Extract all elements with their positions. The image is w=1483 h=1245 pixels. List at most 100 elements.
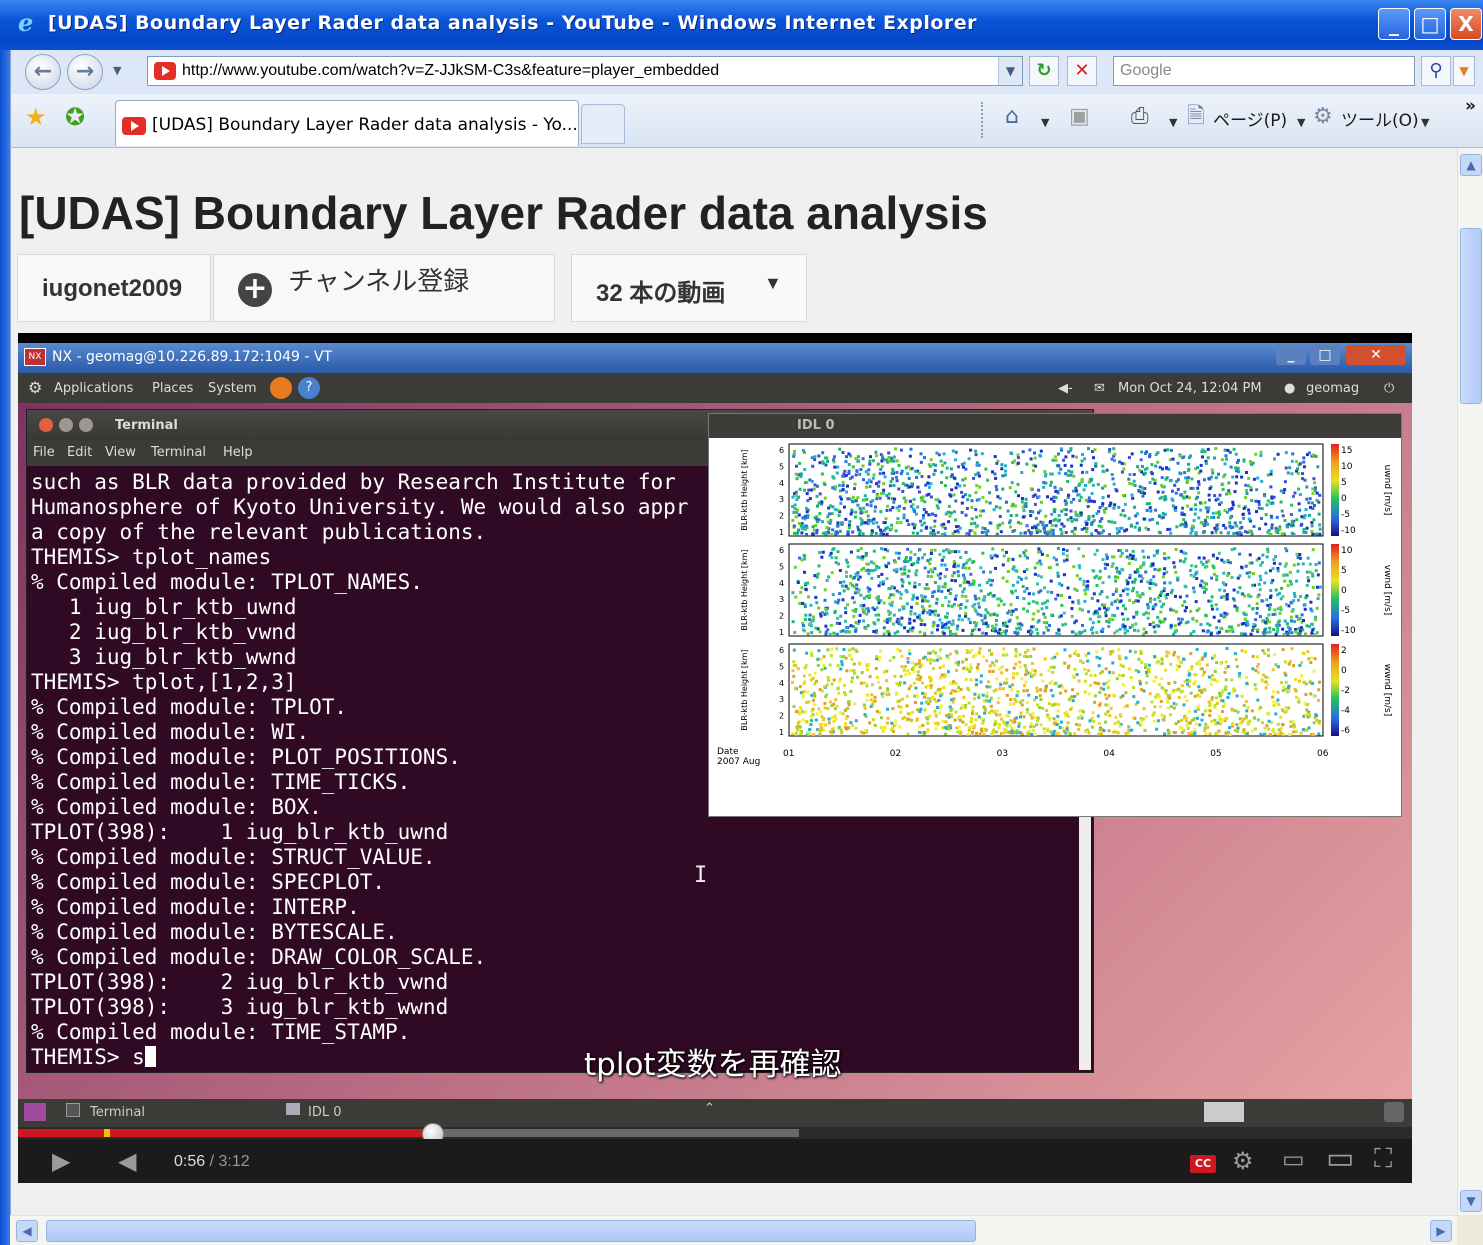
plot-pixel	[1118, 657, 1122, 661]
plot-pixel	[1002, 647, 1006, 651]
stop-icon[interactable]: ✕	[1067, 56, 1097, 86]
forward-icon[interactable]: →	[67, 54, 103, 90]
print-dropdown-icon[interactable]: ▼	[1169, 110, 1177, 136]
plot-pixel	[1092, 500, 1096, 504]
plot-pixel	[1284, 547, 1288, 551]
feeds-icon[interactable]: ▣	[1069, 104, 1090, 130]
plot-pixel	[1103, 510, 1107, 514]
plot-pixel	[1231, 503, 1235, 507]
address-bar[interactable]: http://www.youtube.com/watch?v=Z-JJkSM-C…	[147, 56, 1023, 86]
plot-pixel	[859, 547, 863, 550]
history-dropdown-icon[interactable]: ▼	[113, 64, 121, 77]
settings-gear-icon[interactable]: ⚙	[1232, 1147, 1254, 1175]
user-icon: ●	[1284, 381, 1296, 396]
plot-pixel	[1032, 592, 1036, 596]
page-dropdown-icon[interactable]: ▼	[1297, 110, 1305, 136]
plot-pixel	[1072, 565, 1076, 569]
plot-pixel	[1204, 461, 1208, 465]
plot-pixel	[980, 530, 984, 534]
fullscreen-icon[interactable]: ⛶	[1374, 1145, 1392, 1173]
plot-pixel	[794, 686, 798, 690]
plot-pixel	[1086, 505, 1090, 508]
plot-pixel	[1309, 505, 1312, 509]
plot-pixel	[1024, 497, 1028, 501]
address-dropdown-icon[interactable]: ▼	[998, 57, 1022, 85]
horizontal-scroll-thumb[interactable]	[46, 1220, 976, 1242]
home-icon[interactable]: ⌂	[1005, 104, 1019, 130]
plot-pixel	[1097, 620, 1101, 624]
captions-button[interactable]: CC	[1190, 1155, 1216, 1173]
small-player-icon[interactable]: ▭	[1282, 1145, 1305, 1173]
subscribe-button[interactable]: + チャンネル登録	[213, 254, 555, 322]
plot-pixel	[968, 621, 972, 625]
plot-pixel	[1160, 495, 1164, 499]
back-icon[interactable]: ←	[25, 54, 61, 90]
idl-task-icon	[286, 1103, 300, 1115]
plot-pixel	[1014, 490, 1018, 494]
tools-menu[interactable]: ツール(O)	[1341, 106, 1419, 131]
video-progress-bar[interactable]	[18, 1123, 1412, 1145]
vertical-scrollbar[interactable]: ▲ ▼	[1457, 148, 1483, 1215]
plot-pixel	[1272, 558, 1276, 561]
add-favorites-icon[interactable]: ✪	[65, 104, 85, 130]
plot-pixel	[802, 553, 806, 557]
search-icon[interactable]: ⚲	[1421, 56, 1451, 86]
favorites-star-icon[interactable]: ★	[25, 104, 47, 130]
plot-pixel	[1279, 715, 1283, 719]
idl-plot-area: 15 10 5 0 -5 -10 uwnd [m/s] 1 2 3 4 5 6 BLR-ktb Heigh…	[709, 438, 1401, 816]
page-menu[interactable]: ページ(P)	[1213, 106, 1287, 131]
new-tab-button[interactable]	[581, 104, 625, 144]
plot-pixel	[1151, 562, 1155, 566]
plot-pixel	[818, 722, 822, 726]
plot-pixel	[856, 503, 860, 507]
large-player-icon[interactable]: ▭	[1326, 1144, 1354, 1174]
search-input[interactable]: Google	[1120, 62, 1172, 80]
plot-pixel	[822, 461, 826, 465]
tools-dropdown-icon[interactable]: ▼	[1421, 110, 1429, 136]
plot-pixel	[1141, 562, 1145, 566]
search-options-icon[interactable]: ▼	[1453, 56, 1475, 86]
toolbar-overflow-icon[interactable]: »	[1465, 96, 1476, 116]
video-player[interactable]: NX NX - geomag@10.226.89.172:1049 - VT _…	[18, 333, 1412, 1183]
maximize-button[interactable]: □	[1414, 8, 1446, 40]
plot-pixel	[1174, 491, 1178, 495]
vertical-scroll-thumb[interactable]	[1460, 228, 1482, 404]
plot-pixel	[1120, 470, 1124, 474]
scroll-up-icon[interactable]: ▲	[1460, 154, 1482, 176]
print-icon[interactable]: ⎙	[1131, 104, 1149, 130]
plot-pixel	[1318, 523, 1322, 527]
plot-pixel	[865, 497, 869, 501]
plot-pixel	[1154, 508, 1158, 512]
videos-dropdown[interactable]: 32 本の動画 ▼	[571, 254, 807, 322]
plot-pixel	[943, 563, 947, 567]
minimize-button[interactable]: _	[1378, 8, 1410, 40]
plot-pixel	[842, 472, 846, 476]
plot-pixel	[1255, 488, 1259, 492]
volume-icon[interactable]: ◀	[118, 1147, 136, 1175]
plot-pixel	[1060, 522, 1064, 526]
scroll-left-icon[interactable]: ◀	[16, 1220, 38, 1242]
scroll-down-icon[interactable]: ▼	[1460, 1190, 1482, 1212]
refresh-icon[interactable]: ↻	[1029, 56, 1059, 86]
plot-pixel	[1083, 457, 1087, 461]
plot-pixel	[960, 490, 964, 494]
idl-titlebar: IDL 0	[709, 414, 1401, 438]
plot-pixel	[838, 592, 842, 596]
plot-pixel	[837, 691, 841, 695]
plot-pixel	[1265, 724, 1269, 728]
plot-pixel	[1037, 550, 1041, 554]
terminal-title: Terminal	[115, 418, 178, 433]
tab-current[interactable]: [UDAS] Boundary Layer Rader data analysi…	[115, 100, 579, 146]
plot-pixel	[1047, 702, 1051, 706]
horizontal-scrollbar[interactable]: ◀ ▶	[10, 1215, 1457, 1245]
channel-button[interactable]: iugonet2009	[17, 254, 211, 322]
plot-pixel	[1276, 569, 1280, 573]
scroll-right-icon[interactable]: ▶	[1430, 1220, 1452, 1242]
plot-pixel	[812, 703, 816, 707]
home-dropdown-icon[interactable]: ▼	[1041, 110, 1049, 136]
plot-pixel	[1236, 726, 1240, 730]
address-input[interactable]: http://www.youtube.com/watch?v=Z-JJkSM-C…	[182, 62, 719, 80]
search-box[interactable]: Google	[1113, 56, 1415, 86]
close-button[interactable]: X	[1450, 8, 1482, 40]
play-icon[interactable]: ▶	[52, 1147, 70, 1175]
